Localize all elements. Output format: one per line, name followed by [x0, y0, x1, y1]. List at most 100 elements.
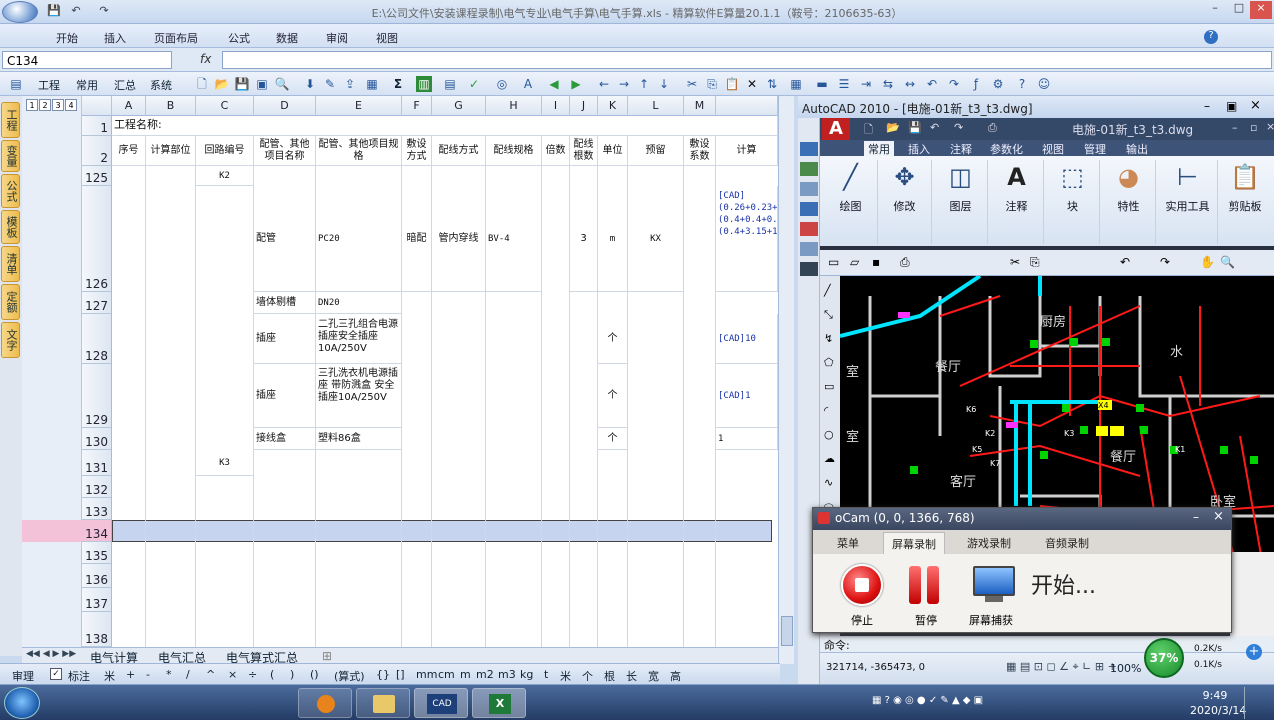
close-button[interactable]: ×: [1250, 98, 1261, 113]
formula-cell[interactable]: 1: [716, 428, 778, 450]
row-header[interactable]: 128: [82, 314, 112, 364]
header-cell[interactable]: 配管、其他项目规格: [316, 136, 402, 166]
text-icon[interactable]: A: [520, 76, 536, 92]
status-mark[interactable]: 标注: [68, 668, 90, 684]
new-sheet-icon[interactable]: ⊞: [322, 649, 332, 663]
taskbar-app-explorer[interactable]: [356, 688, 410, 718]
header-cell[interactable]: 回路编号: [196, 136, 254, 166]
new-icon[interactable]: ▭: [828, 255, 839, 269]
col-header-h[interactable]: H: [486, 96, 542, 116]
tab-view[interactable]: 视图: [376, 30, 398, 46]
toolbar-icon[interactable]: [800, 202, 818, 216]
status-item[interactable]: ): [290, 668, 294, 681]
status-item[interactable]: m3: [498, 668, 516, 681]
status-item[interactable]: mm: [416, 668, 437, 681]
side-tab-text[interactable]: 文字: [1, 322, 20, 358]
side-tab-project[interactable]: 工程: [1, 102, 20, 138]
export-icon[interactable]: ⇪: [342, 76, 358, 92]
arrow-left-icon[interactable]: ←: [596, 76, 612, 92]
redo-icon[interactable]: ↷: [946, 76, 962, 92]
settings-icon[interactable]: ⚙: [990, 76, 1006, 92]
col-header-j[interactable]: J: [570, 96, 598, 116]
item-name-cell[interactable]: 接线盒: [254, 428, 316, 450]
next-icon[interactable]: ▶: [568, 76, 584, 92]
doc-restore[interactable]: ▫: [1250, 121, 1257, 134]
acad-app-button[interactable]: A: [822, 118, 850, 140]
show-desktop-button[interactable]: [1244, 687, 1272, 719]
ribbon-utilities[interactable]: ⊢ 实用工具: [1158, 160, 1218, 244]
row-header[interactable]: 129: [82, 364, 112, 428]
header-cell[interactable]: 配管、其他项目名称: [254, 136, 316, 166]
laying-cell[interactable]: 暗配: [402, 186, 432, 292]
arc-icon[interactable]: ◜: [824, 404, 828, 417]
col-header-f[interactable]: F: [402, 96, 432, 116]
ocam-tab-game-record[interactable]: 游戏录制: [967, 535, 1011, 551]
ocam-tab-screen-record[interactable]: 屏幕录制: [883, 532, 945, 555]
sheet-nav-icon[interactable]: ◀◀ ◀ ▶ ▶▶: [26, 649, 76, 659]
row-header[interactable]: 125: [82, 166, 112, 186]
row-header[interactable]: 132: [82, 476, 112, 498]
row-header[interactable]: 131: [82, 450, 112, 476]
outline-level-3[interactable]: 3: [52, 99, 64, 111]
line-icon[interactable]: ╱: [824, 284, 831, 297]
copy-icon[interactable]: ⎘: [1030, 255, 1040, 270]
scroll-thumb[interactable]: [781, 616, 793, 646]
ribbon-annotation[interactable]: A 注释: [990, 160, 1044, 244]
status-item[interactable]: {}: [376, 668, 390, 681]
project-name-cell[interactable]: 工程名称:: [112, 116, 778, 136]
formula-input[interactable]: [222, 51, 1272, 69]
select-all[interactable]: [82, 96, 112, 116]
acad-tab-output[interactable]: 输出: [1126, 141, 1148, 157]
indent-icon[interactable]: ⇥: [858, 76, 874, 92]
side-tab-bill[interactable]: 清单: [1, 246, 20, 282]
rectangle-icon[interactable]: ▭: [824, 380, 834, 393]
status-item[interactable]: /: [186, 668, 190, 681]
col-header-e[interactable]: E: [316, 96, 402, 116]
outline-level-1[interactable]: 1: [26, 99, 38, 111]
row-header[interactable]: 127: [82, 292, 112, 314]
undo-icon[interactable]: ↶: [924, 76, 940, 92]
wire-count-cell[interactable]: 3: [570, 186, 598, 292]
item-name-cell[interactable]: 插座: [254, 314, 316, 364]
header-cell[interactable]: 计算部位: [146, 136, 196, 166]
col-header-c[interactable]: C: [196, 96, 254, 116]
doc-close[interactable]: ×: [1266, 120, 1274, 133]
row-header[interactable]: 137: [82, 588, 112, 612]
menu-summary[interactable]: 汇总: [114, 77, 136, 93]
save-icon[interactable]: ▪: [872, 255, 880, 269]
print-icon[interactable]: ⎙: [900, 255, 910, 270]
row-header[interactable]: 133: [82, 498, 112, 520]
spec-cell[interactable]: DN20: [316, 292, 402, 314]
header-cell[interactable]: 配线方式: [432, 136, 486, 166]
pause-icon-bar[interactable]: [909, 566, 921, 604]
delete-icon[interactable]: ✕: [744, 76, 760, 92]
row-header[interactable]: 130: [82, 428, 112, 450]
start-button[interactable]: [4, 687, 40, 719]
reserve-cell[interactable]: KX: [628, 186, 684, 292]
list-icon[interactable]: ☰: [836, 76, 852, 92]
status-item[interactable]: 米: [560, 668, 571, 684]
redo-icon[interactable]: ↷: [954, 121, 963, 134]
status-item[interactable]: *: [166, 668, 172, 681]
status-item[interactable]: (: [270, 668, 274, 681]
row-header[interactable]: 126: [82, 186, 112, 292]
status-item[interactable]: -: [146, 668, 150, 681]
taskbar-app-ocam[interactable]: [298, 688, 352, 718]
ribbon-block[interactable]: ⬚ 块: [1046, 160, 1100, 244]
arrow-down-icon[interactable]: ↓: [656, 76, 672, 92]
arrow-right-icon[interactable]: →: [616, 76, 632, 92]
pause-icon-bar[interactable]: [927, 566, 939, 604]
status-item[interactable]: 个: [582, 668, 593, 684]
acad-tab-manage[interactable]: 管理: [1084, 141, 1106, 157]
help-icon[interactable]: ?: [1204, 30, 1218, 44]
help-icon[interactable]: ?: [1014, 76, 1030, 92]
polyline-icon[interactable]: ↯: [824, 332, 833, 345]
side-tab-variables[interactable]: 变量: [1, 140, 20, 172]
qq-icon[interactable]: ☺: [1036, 76, 1052, 92]
snap-icons[interactable]: ▦ ▤ ⊡ ◻ ∠ ⌖ ∟ ⊞ +: [1006, 660, 1117, 674]
format-icon[interactable]: ▦: [788, 76, 804, 92]
print-preview-icon[interactable]: 🔍: [274, 76, 290, 92]
save-icon[interactable]: 💾: [234, 76, 250, 92]
menu-project[interactable]: 工程: [38, 77, 60, 93]
check-icon[interactable]: ✓: [466, 76, 482, 92]
